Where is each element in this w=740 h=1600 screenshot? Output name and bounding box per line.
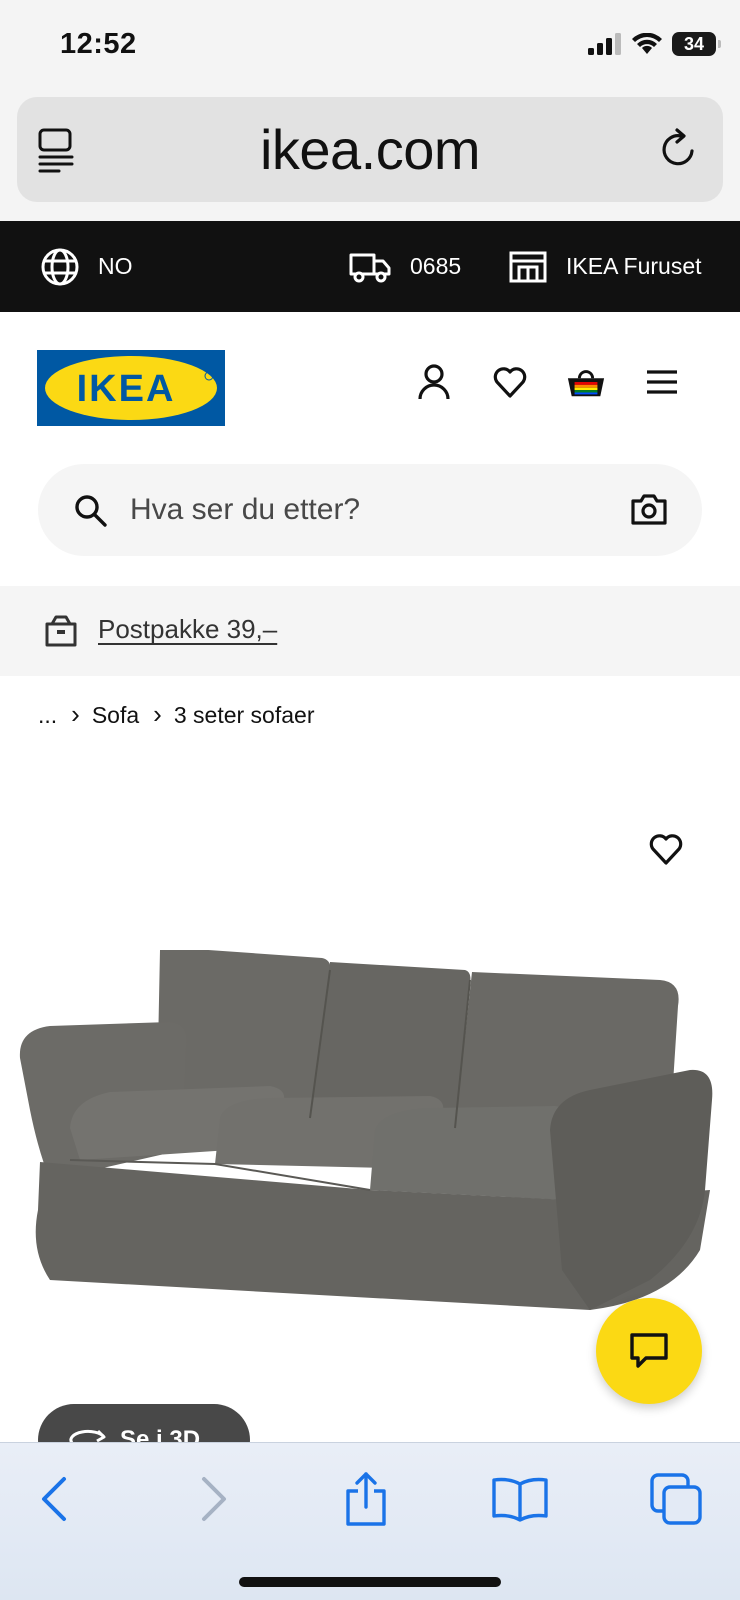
- region-selector[interactable]: NO: [40, 221, 133, 312]
- heart-icon: [493, 367, 527, 398]
- chat-button[interactable]: [596, 1298, 702, 1404]
- browser-toolbar: [0, 1442, 740, 1600]
- wifi-icon: [632, 33, 662, 54]
- delivery-truck-icon: [349, 253, 391, 282]
- chat-bubble-icon: [630, 1333, 668, 1368]
- product-image-area: Se i 3D: [0, 760, 740, 1476]
- share-icon: [346, 1472, 386, 1526]
- back-button[interactable]: [24, 1469, 84, 1529]
- store-selector[interactable]: IKEA Furuset: [508, 221, 702, 312]
- breadcrumb-item-sofa[interactable]: Sofa: [92, 702, 139, 729]
- home-indicator: [239, 1577, 501, 1587]
- logo-text: IKEA: [77, 368, 176, 410]
- cart-button[interactable]: [566, 362, 606, 402]
- status-bar: 12:52 34: [0, 0, 740, 95]
- favourite-heart-icon[interactable]: [648, 832, 684, 866]
- reload-icon[interactable]: [659, 127, 699, 171]
- region-label: NO: [98, 253, 133, 279]
- tabs-icon: [650, 1473, 702, 1525]
- user-icon: [418, 364, 450, 400]
- camera-icon[interactable]: [630, 492, 668, 526]
- cellular-signal-icon: [588, 33, 621, 55]
- search-icon: [75, 495, 107, 527]
- url-bar[interactable]: ikea.com: [17, 97, 723, 202]
- menu-button[interactable]: [642, 362, 682, 402]
- status-icons: 34: [588, 32, 721, 56]
- forward-button[interactable]: [184, 1469, 244, 1529]
- postcode-label: 0685: [410, 253, 462, 279]
- breadcrumb-ellipsis[interactable]: ...: [38, 702, 57, 729]
- url-text[interactable]: ikea.com: [17, 117, 723, 182]
- chevron-right-icon: ›: [153, 699, 162, 729]
- account-button[interactable]: [414, 362, 454, 402]
- hamburger-menu-icon: [647, 370, 677, 394]
- chevron-right-icon: [202, 1477, 226, 1521]
- book-icon: [492, 1477, 548, 1522]
- shopping-basket-icon: [567, 370, 605, 397]
- chevron-left-icon: [42, 1477, 66, 1521]
- postcode-selector[interactable]: 0685: [348, 221, 461, 312]
- share-button[interactable]: [336, 1469, 396, 1529]
- site-header: IKEA: [0, 312, 740, 586]
- parcel-icon: [45, 615, 77, 647]
- bookmarks-button[interactable]: [490, 1469, 550, 1529]
- promo-link[interactable]: Postpakke 39,–: [98, 614, 277, 645]
- chevron-right-icon: ›: [71, 699, 80, 729]
- store-label: IKEA Furuset: [566, 253, 702, 279]
- promo-banner: Postpakke 39,–: [0, 586, 740, 676]
- breadcrumb: ... › Sofa › 3 seter sofaer: [38, 699, 315, 731]
- tabs-button[interactable]: [646, 1469, 706, 1529]
- header-actions: [414, 362, 682, 402]
- globe-icon: [41, 248, 79, 285]
- store-icon: [509, 251, 547, 282]
- search-input[interactable]: [130, 464, 590, 556]
- breadcrumb-item-3-seater[interactable]: 3 seter sofaer: [174, 702, 315, 729]
- browser-url-area: ikea.com: [0, 95, 740, 221]
- status-time: 12:52: [60, 28, 137, 60]
- ikea-logo[interactable]: IKEA: [37, 350, 225, 426]
- battery-indicator: 34: [672, 32, 721, 56]
- favourites-button[interactable]: [490, 362, 530, 402]
- top-info-strip: NO 0685 IKEA Furuset: [0, 221, 740, 312]
- search-bar: [38, 464, 702, 556]
- sofa-product-image[interactable]: [10, 950, 730, 1330]
